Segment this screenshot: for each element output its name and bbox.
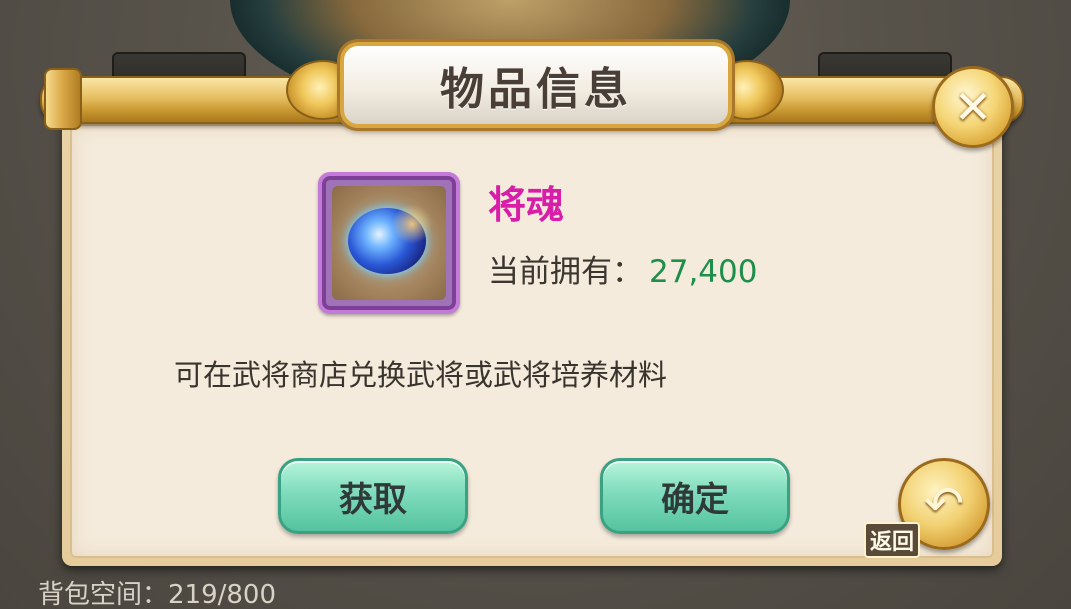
- close-button[interactable]: ✕: [932, 66, 1014, 148]
- owned-count-row: 当前拥有： 27,400: [488, 246, 757, 291]
- item-description: 可在武将商店兑换武将或武将培养材料: [174, 358, 668, 392]
- item-name: 将魂: [488, 183, 565, 227]
- dialog-title: 物品信息: [440, 64, 632, 115]
- orb-glow: [392, 204, 432, 244]
- bag-space-indicator: 背包空间：219/800: [38, 580, 277, 609]
- return-arrow-icon: ↶: [923, 476, 965, 532]
- owned-label: 当前拥有：: [488, 254, 643, 290]
- close-icon: ✕: [953, 80, 993, 134]
- item-info-dialog: [62, 98, 1002, 566]
- get-button-label: 获取: [339, 479, 407, 520]
- scroll-rod-cap: [44, 68, 82, 130]
- title-plaque: 物品信息: [340, 42, 732, 128]
- item-icon-frame: [318, 172, 460, 314]
- item-icon-background: [332, 186, 446, 300]
- confirm-button-label: 确定: [661, 479, 729, 520]
- owned-value: 27,400: [649, 254, 758, 290]
- return-label: 返回: [864, 522, 921, 558]
- get-button[interactable]: 获取: [278, 458, 468, 534]
- confirm-button[interactable]: 确定: [600, 458, 790, 534]
